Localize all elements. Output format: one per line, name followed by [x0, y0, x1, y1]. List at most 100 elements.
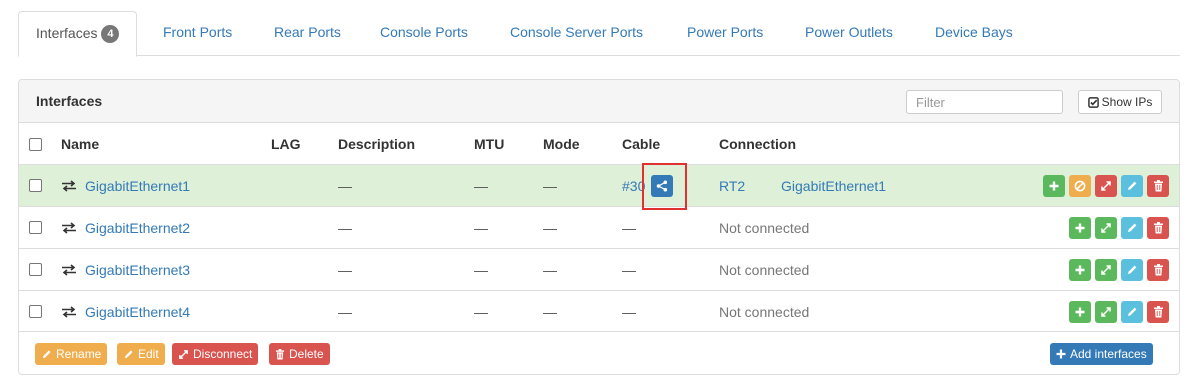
check-square-icon [1087, 97, 1099, 108]
tab-front-ports[interactable]: Front Ports [163, 11, 232, 56]
column-header-lag: LAG [271, 136, 301, 152]
interface-name-link[interactable]: GigabitEthernet2 [85, 220, 190, 236]
delete-button[interactable] [1147, 174, 1169, 197]
edit-button[interactable] [1121, 216, 1143, 239]
connection-device-link[interactable]: RT2 [719, 178, 745, 194]
disconnect-label: Disconnect [193, 347, 253, 361]
cable-cell: — [622, 303, 636, 320]
bulk-edit-button[interactable]: Edit [117, 343, 165, 365]
add-ip-button[interactable] [1069, 258, 1091, 281]
delete-button[interactable] [1147, 300, 1169, 323]
connection-status: Not connected [719, 261, 810, 278]
cable-cell: — [622, 261, 636, 278]
column-header-name: Name [61, 136, 100, 152]
edit-button[interactable] [1121, 300, 1143, 323]
description-cell: — [338, 303, 352, 320]
add-interfaces-button[interactable]: Add interfaces [1050, 343, 1153, 365]
interface-name-cell: GigabitEthernet3 [61, 249, 190, 290]
filter-input[interactable] [906, 90, 1063, 114]
row-actions [1065, 249, 1169, 290]
tab-power-ports[interactable]: Power Ports [687, 11, 763, 56]
connection-interface-link[interactable]: GigabitEthernet1 [781, 178, 886, 194]
plus-icon [1049, 181, 1059, 190]
tab-label: Interfaces [36, 25, 98, 41]
pencil-icon [1128, 265, 1137, 274]
delete-button[interactable] [1147, 258, 1169, 281]
table-row: GigabitEthernet2 — — — — Not connected [19, 206, 1179, 248]
tab-power-outlets[interactable]: Power Outlets [805, 11, 893, 56]
connect-button[interactable] [1095, 258, 1117, 281]
edit-button[interactable] [1121, 258, 1143, 281]
rename-label: Rename [56, 347, 102, 361]
edit-label: Edit [138, 347, 159, 361]
tab-rear-ports[interactable]: Rear Ports [274, 11, 341, 56]
resize-icon [1101, 180, 1111, 191]
description-cell: — [338, 177, 352, 194]
bulk-disconnect-button[interactable]: Disconnect [172, 343, 259, 365]
select-all-checkbox[interactable] [29, 123, 42, 165]
ban-icon [1074, 180, 1086, 191]
row-checkbox[interactable] [29, 291, 42, 332]
delete-label: Delete [289, 347, 324, 361]
plus-icon [1075, 265, 1085, 274]
interface-name-link[interactable]: GigabitEthernet4 [85, 304, 190, 320]
delete-button[interactable] [1147, 216, 1169, 239]
panel-footer: Rename Edit Disconnect Delete Add interf… [19, 331, 1179, 374]
panel-title: Interfaces [36, 93, 103, 109]
show-ips-label: Show IPs [1101, 95, 1153, 109]
cable-cell: — [622, 219, 636, 236]
connect-button[interactable] [1095, 300, 1117, 323]
plus-icon [1075, 223, 1085, 232]
row-checkbox[interactable] [29, 207, 42, 248]
tab-bar: Interfaces 4 Front Ports Rear Ports Conso… [18, 11, 1180, 57]
resize-icon [179, 349, 188, 359]
trash-icon [1153, 305, 1163, 317]
add-interfaces-label: Add interfaces [1070, 347, 1147, 361]
rename-button[interactable]: Rename [35, 343, 108, 365]
mode-cell: — [543, 261, 557, 278]
interface-name-cell: GigabitEthernet2 [61, 207, 190, 248]
column-header-cable: Cable [622, 136, 661, 152]
mark-planned-button[interactable] [1069, 174, 1091, 197]
row-checkbox[interactable] [29, 165, 42, 206]
mtu-cell: — [474, 303, 488, 320]
resize-icon [1101, 264, 1111, 275]
mtu-cell: — [474, 261, 488, 278]
row-checkbox[interactable] [29, 249, 42, 290]
add-ip-button[interactable] [1069, 216, 1091, 239]
table-header: Name LAG Description MTU Mode Cable Conn… [19, 123, 1179, 165]
plus-icon [1056, 349, 1066, 359]
table-row: GigabitEthernet4 — — — — Not connected [19, 290, 1179, 332]
disconnect-button[interactable] [1095, 174, 1117, 197]
row-actions [1065, 207, 1169, 248]
interface-name-link[interactable]: GigabitEthernet3 [85, 262, 190, 278]
tab-console-ports[interactable]: Console Ports [380, 11, 468, 56]
interface-name-link[interactable]: GigabitEthernet1 [85, 178, 190, 194]
connection-interface-cell: GigabitEthernet1 [781, 165, 886, 206]
bulk-delete-button[interactable]: Delete [269, 343, 330, 365]
mode-cell: — [543, 177, 557, 194]
swap-arrows-icon [61, 179, 77, 192]
pencil-icon [1128, 223, 1137, 232]
tab-device-bays[interactable]: Device Bays [935, 11, 1013, 56]
pencil-icon [1128, 181, 1137, 190]
tab-interfaces[interactable]: Interfaces 4 [18, 11, 138, 57]
add-ip-button[interactable] [1069, 300, 1091, 323]
mtu-cell: — [474, 177, 488, 194]
show-ips-button[interactable]: Show IPs [1078, 90, 1162, 114]
resize-icon [1101, 306, 1111, 317]
description-cell: — [338, 219, 352, 236]
add-ip-button[interactable] [1043, 174, 1065, 197]
tab-console-server-ports[interactable]: Console Server Ports [510, 11, 643, 56]
connect-button[interactable] [1095, 216, 1117, 239]
resize-icon [1101, 222, 1111, 233]
column-header-mode: Mode [543, 136, 580, 152]
interfaces-panel: Interfaces Show IPs Name LAG Description… [18, 79, 1180, 375]
row-actions [1039, 165, 1169, 206]
swap-arrows-icon [61, 263, 77, 276]
plus-icon [1075, 307, 1085, 316]
edit-button[interactable] [1121, 174, 1143, 197]
pencil-icon [1128, 307, 1137, 316]
interface-name-cell: GigabitEthernet4 [61, 291, 190, 332]
pencil-icon [42, 349, 51, 358]
